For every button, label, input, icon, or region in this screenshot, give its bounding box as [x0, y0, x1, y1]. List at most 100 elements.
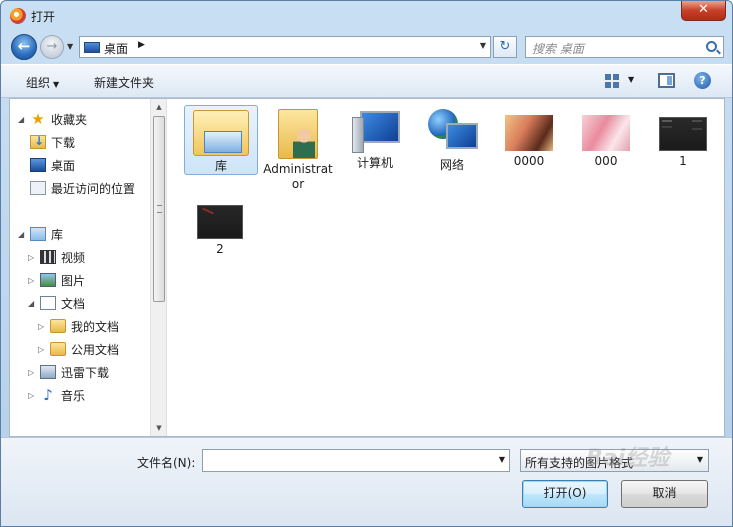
recent-pages-dropdown-icon[interactable]: ▼: [67, 42, 73, 51]
expand-icon[interactable]: ▷: [28, 253, 38, 262]
image-thumbnail: [659, 117, 707, 151]
sidebar-item-desktop[interactable]: 桌面: [30, 155, 75, 175]
computer-icon: [352, 109, 400, 153]
sidebar-item-pictures[interactable]: ▷ 图片: [28, 270, 85, 290]
file-item-000[interactable]: 000: [569, 111, 643, 169]
sidebar-item-downloads[interactable]: 下载: [30, 132, 75, 152]
close-button[interactable]: ✕: [681, 1, 726, 21]
chevron-down-icon: ▼: [53, 80, 60, 89]
sidebar-item-public-documents[interactable]: ▷ 公用文档: [38, 339, 119, 359]
file-label: 1: [679, 154, 687, 168]
sidebar-item-videos[interactable]: ▷ 视频: [28, 247, 85, 267]
file-item-computer[interactable]: 计算机: [338, 105, 412, 171]
sidebar-item-documents[interactable]: ◢ 文档: [28, 293, 85, 313]
sidebar-item-music[interactable]: ▷ ♪ 音乐: [28, 385, 85, 405]
app-icon: [10, 8, 26, 24]
sidebar-item-favorites[interactable]: ◢ ★ 收藏夹: [18, 109, 87, 129]
file-label: 网络: [439, 158, 464, 172]
sidebar-item-recent-places[interactable]: 最近访问的位置: [30, 178, 135, 198]
open-button[interactable]: 打开(O): [522, 480, 608, 508]
view-dropdown-icon[interactable]: ▼: [628, 75, 634, 84]
address-bar[interactable]: 桌面 ▶ ▼: [79, 36, 491, 58]
file-label: 2: [216, 242, 224, 256]
file-item-0000[interactable]: 0000: [492, 111, 566, 169]
sidebar-item-label: 我的文档: [71, 319, 120, 334]
file-item-network[interactable]: 网络: [415, 105, 489, 173]
dialog-body: ◢★收藏夹 下载 桌面 最近访问的位置 ◢库 ▷视频 ▷图片 ◢文档 ▷我的文档…: [9, 98, 725, 437]
chevron-right-icon[interactable]: ▶: [138, 40, 145, 50]
file-label: 0000: [513, 154, 545, 168]
filename-combobox[interactable]: ▼: [202, 449, 510, 472]
command-toolbar: 组织 ▼ 新建文件夹 ▼ ?: [1, 64, 732, 98]
address-dropdown-icon[interactable]: ▼: [480, 41, 486, 50]
star-icon: ★: [31, 110, 45, 128]
scrollbar-grip-icon: [157, 205, 162, 213]
expand-icon[interactable]: ▷: [38, 345, 48, 354]
image-thumbnail: [197, 205, 243, 239]
sidebar-item-label: 最近访问的位置: [51, 181, 136, 196]
expand-icon[interactable]: ▷: [28, 391, 38, 400]
sidebar-item-label: 文档: [61, 296, 86, 311]
sidebar-item-label: 音乐: [61, 388, 86, 403]
image-thumbnail: [505, 115, 553, 151]
file-label: 计算机: [356, 156, 393, 170]
scrollbar-thumb[interactable]: [153, 116, 165, 302]
sidebar-item-label: 迅雷下载: [61, 365, 110, 380]
title-bar: 打开 ✕: [1, 1, 732, 31]
expand-icon[interactable]: ▷: [28, 368, 38, 377]
collapse-icon[interactable]: ◢: [28, 299, 38, 308]
organize-button[interactable]: 组织 ▼: [26, 74, 59, 91]
libraries-icon: [193, 110, 249, 156]
window-title: 打开: [31, 10, 56, 24]
new-folder-button[interactable]: 新建文件夹: [94, 74, 154, 91]
navigation-scrollbar[interactable]: ▲ ▼: [150, 99, 166, 436]
videos-icon: [40, 250, 56, 264]
expand-icon[interactable]: ▷: [28, 276, 38, 285]
change-view-icon[interactable]: [605, 74, 619, 88]
forward-button[interactable]: →: [40, 35, 64, 59]
filename-dropdown-icon[interactable]: ▼: [499, 455, 505, 464]
navigation-bar: ← → ▼ 桌面 ▶ ▼ ↻ 搜索 桌面: [1, 31, 732, 63]
file-item-libraries[interactable]: 库: [184, 105, 258, 175]
search-icon[interactable]: [706, 41, 717, 52]
image-thumbnail: [582, 115, 630, 151]
open-dialog: 打开 ✕ ← → ▼ 桌面 ▶ ▼ ↻ 搜索 桌面 组织 ▼ 新建文件夹 ▼ ? …: [0, 0, 733, 527]
recent-places-icon: [30, 181, 46, 195]
sidebar-item-libraries[interactable]: ◢ 库: [18, 224, 63, 244]
scroll-down-icon[interactable]: ▼: [151, 420, 166, 436]
file-type-dropdown-icon[interactable]: ▼: [697, 455, 703, 464]
cancel-button[interactable]: 取消: [621, 480, 708, 508]
sidebar-item-label: 库: [51, 227, 64, 242]
sidebar-item-thunder-downloads[interactable]: ▷ 迅雷下载: [28, 362, 109, 382]
sidebar-item-label: 公用文档: [71, 342, 120, 357]
file-item-administrator[interactable]: Administrator: [261, 105, 335, 192]
organize-label: 组织: [26, 76, 51, 90]
file-list: 库 Administrator 计算机 网络 0000 000 1 2: [169, 99, 724, 436]
search-input[interactable]: 搜索 桌面: [525, 36, 724, 58]
file-label: 库: [214, 159, 227, 173]
search-placeholder: 搜索 桌面: [532, 42, 584, 56]
file-type-select[interactable]: 所有支持的图片格式 ▼: [520, 449, 709, 472]
folder-icon: [50, 342, 66, 356]
file-label: 000: [594, 154, 618, 168]
network-icon: [428, 109, 478, 155]
sidebar-item-label: 图片: [61, 273, 86, 288]
scroll-up-icon[interactable]: ▲: [151, 99, 166, 115]
refresh-button[interactable]: ↻: [493, 36, 517, 58]
collapse-icon[interactable]: ◢: [18, 115, 28, 124]
back-button[interactable]: ←: [11, 34, 37, 60]
address-location[interactable]: 桌面: [104, 40, 128, 57]
expand-icon[interactable]: ▷: [38, 322, 48, 331]
file-item-1[interactable]: 1: [646, 113, 720, 169]
sidebar-item-my-documents[interactable]: ▷ 我的文档: [38, 316, 119, 336]
help-icon[interactable]: ?: [694, 72, 711, 89]
file-label: Administrator: [263, 162, 333, 191]
downloads-folder-icon: [30, 134, 46, 149]
sidebar-item-label: 桌面: [51, 158, 76, 173]
dialog-footer: 文件名(N): ▼ 所有支持的图片格式 ▼ 打开(O) 取消 Bai经验: [1, 437, 732, 526]
filename-input[interactable]: [206, 452, 486, 469]
file-item-2[interactable]: 2: [183, 201, 257, 257]
preview-pane-icon[interactable]: [658, 73, 675, 88]
collapse-icon[interactable]: ◢: [18, 230, 28, 239]
user-folder-icon: [278, 109, 318, 159]
